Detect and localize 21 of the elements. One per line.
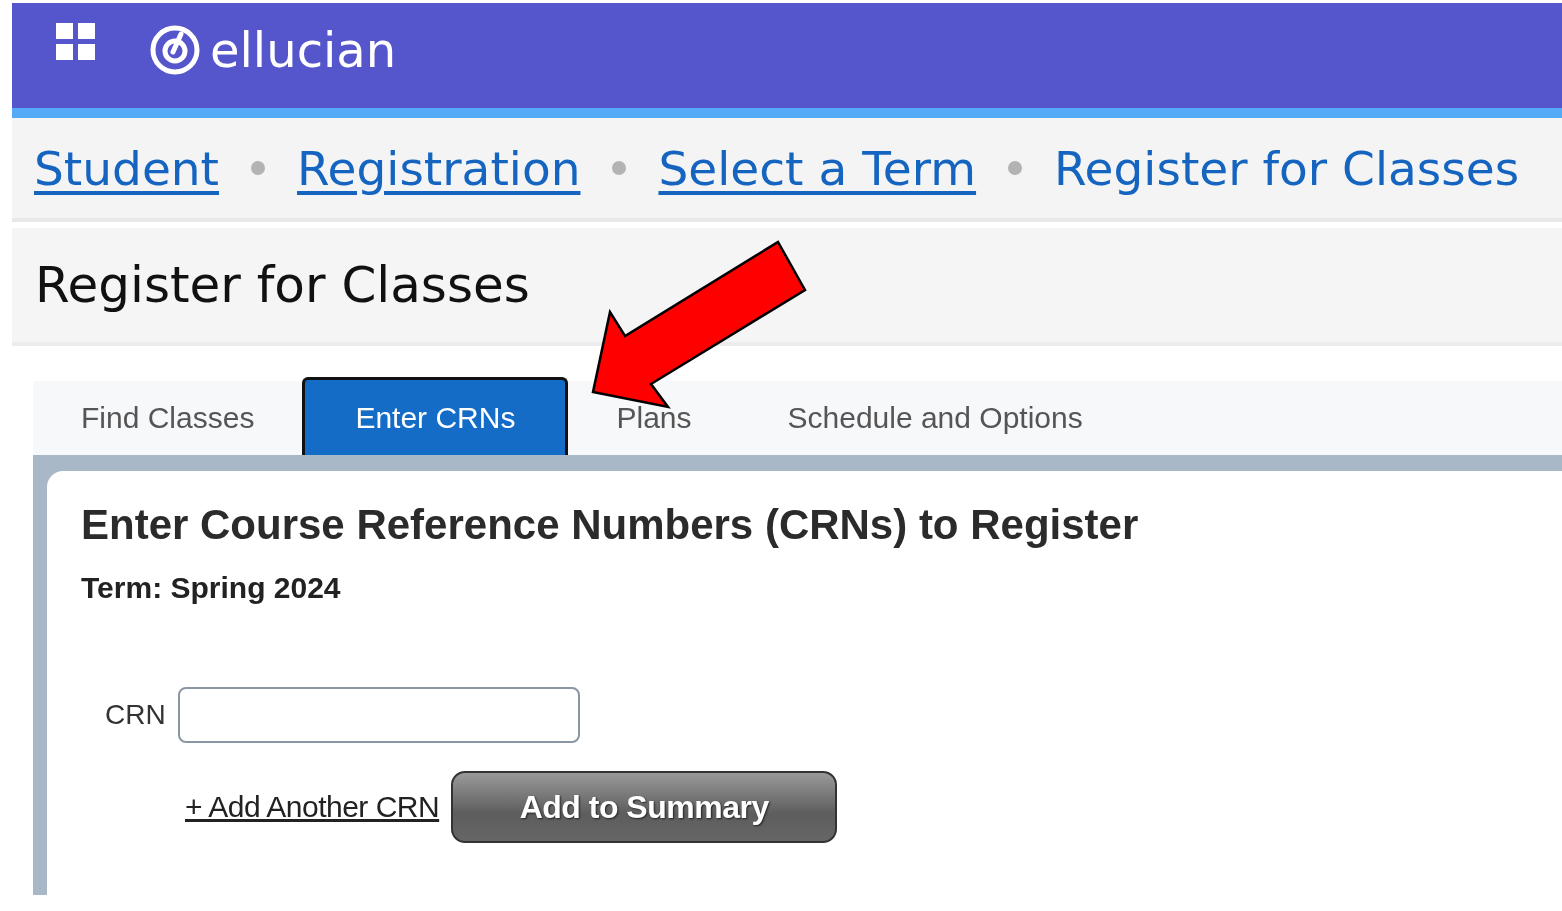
- tab[interactable]: Find Classes: [33, 381, 303, 455]
- brand-name: ellucian: [210, 26, 397, 74]
- breadcrumb-link[interactable]: Register for Classes: [1054, 140, 1520, 196]
- breadcrumb-link[interactable]: Student: [34, 140, 220, 196]
- crn-label: CRN: [105, 699, 166, 731]
- crn-input-field[interactable]: [177, 687, 580, 743]
- add-to-summary-button[interactable]: Add to Summary: [451, 771, 838, 843]
- tab[interactable]: Plans: [568, 381, 740, 455]
- separator-dot: [612, 161, 627, 175]
- separator-dot: [1008, 161, 1023, 175]
- term-label: Term: Spring 2024: [81, 571, 342, 605]
- apps-grid-icon[interactable]: [56, 23, 96, 61]
- add-crn-link[interactable]: + Add Another CRN: [185, 790, 440, 824]
- section-heading: Enter Course Reference Numbers (CRNs) to Register: [81, 501, 1140, 549]
- separator-dot: [251, 161, 266, 175]
- breadcrumb-link[interactable]: Select a Term: [658, 140, 977, 196]
- tab[interactable]: Schedule and Options: [739, 381, 1131, 455]
- breadcrumb-link[interactable]: Registration: [297, 140, 581, 196]
- tab[interactable]: Enter CRNs: [302, 377, 569, 455]
- logo-icon: [150, 25, 200, 75]
- page-title: Register for Classes: [35, 256, 530, 314]
